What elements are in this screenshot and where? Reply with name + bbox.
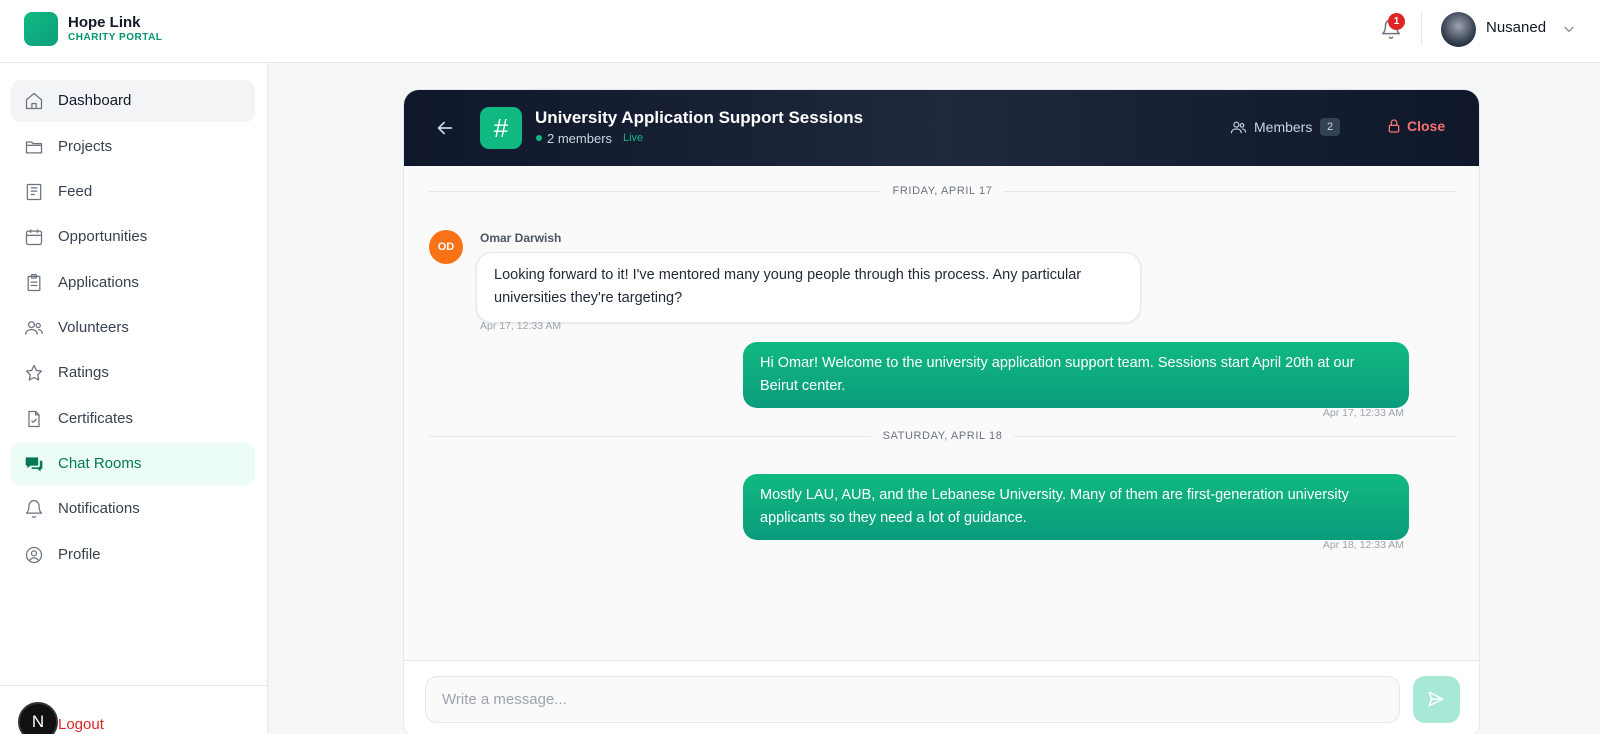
- calendar-icon: [25, 229, 43, 246]
- message-input[interactable]: [425, 676, 1400, 723]
- sidebar-item-notifications[interactable]: Notifications: [11, 488, 255, 530]
- sidebar-item-label: Chat Rooms: [58, 455, 142, 472]
- message-bubble-incoming: Looking forward to it! I've mentored man…: [476, 252, 1141, 323]
- users-icon: [25, 321, 43, 335]
- chevron-down-icon[interactable]: [1562, 22, 1576, 36]
- folder-icon: [25, 141, 43, 154]
- users-icon: [1230, 121, 1247, 134]
- sidebar-item-certificates[interactable]: Certificates: [11, 398, 255, 440]
- sidebar-item-label: Notifications: [58, 500, 140, 517]
- sidebar-item-label: Certificates: [58, 410, 134, 427]
- sidebar-item-opportunities[interactable]: Opportunities: [11, 216, 255, 258]
- home-icon: [25, 92, 43, 110]
- close-label: Close: [1407, 118, 1446, 134]
- sidebar-item-projects[interactable]: Projects: [11, 126, 255, 168]
- date-separator: SATURDAY, APRIL 18: [404, 430, 1479, 442]
- message-sender: Omar Darwish: [480, 231, 562, 245]
- sidebar-item-applications[interactable]: Applications: [11, 262, 255, 304]
- sidebar-item-profile[interactable]: Profile: [11, 534, 255, 576]
- sidebar: Dashboard Projects Feed Opportunities Ap…: [0, 63, 268, 734]
- send-icon: [1428, 691, 1444, 707]
- sidebar-item-label: Opportunities: [58, 228, 148, 245]
- live-badge: Live: [623, 132, 644, 144]
- close-room-button[interactable]: Close: [1386, 117, 1446, 139]
- room-title: University Application Support Sessions: [535, 108, 864, 127]
- avatar[interactable]: [1441, 12, 1476, 47]
- sidebar-item-label: Projects: [58, 138, 113, 155]
- sidebar-divider: [0, 685, 268, 686]
- sidebar-item-label: Feed: [58, 183, 93, 200]
- arrow-left-icon[interactable]: [434, 117, 456, 139]
- chat-icon: [25, 457, 43, 472]
- brand-subtitle: CHARITY PORTAL: [68, 32, 163, 43]
- header-divider: [1421, 12, 1422, 46]
- clipboard-icon: [27, 274, 41, 292]
- file-check-icon: [28, 410, 40, 428]
- logo-icon[interactable]: [24, 12, 58, 46]
- newspaper-icon: [26, 183, 42, 201]
- message-time: Apr 18, 12:33 AM: [1322, 539, 1404, 551]
- lock-icon: [1388, 119, 1400, 133]
- chat-header: # University Application Support Session…: [404, 90, 1479, 166]
- logout-button[interactable]: Logout: [58, 716, 104, 733]
- room-hash-icon: #: [480, 107, 522, 149]
- members-label: Members: [1254, 119, 1313, 135]
- star-icon: [25, 364, 43, 381]
- sidebar-item-label: Profile: [58, 546, 101, 563]
- sidebar-item-label: Dashboard: [58, 92, 132, 109]
- message-composer: [404, 660, 1479, 734]
- sidebar-item-label: Ratings: [58, 364, 109, 381]
- send-button[interactable]: [1413, 676, 1460, 723]
- online-dot: [536, 135, 542, 141]
- bell-icon: [25, 500, 43, 518]
- sidebar-item-volunteers[interactable]: Volunteers: [11, 307, 255, 349]
- user-circle-icon: [25, 546, 43, 564]
- room-members-count: 2 members: [547, 131, 613, 146]
- notification-badge: 1: [1388, 13, 1405, 30]
- brand-name: Hope Link: [68, 14, 141, 31]
- members-button[interactable]: Members 2: [1230, 116, 1343, 140]
- members-count-badge: 2: [1320, 118, 1340, 136]
- top-header: Hope Link CHARITY PORTAL 1 Nusaned: [0, 0, 1600, 63]
- sidebar-item-feed[interactable]: Feed: [11, 171, 255, 213]
- sidebar-item-ratings[interactable]: Ratings: [11, 352, 255, 394]
- message-bubble-outgoing: Hi Omar! Welcome to the university appli…: [743, 342, 1409, 408]
- message-time: Apr 17, 12:33 AM: [480, 320, 562, 332]
- sidebar-item-label: Applications: [58, 274, 139, 291]
- user-name[interactable]: Nusaned: [1486, 19, 1546, 36]
- message-time: Apr 17, 12:33 AM: [1322, 407, 1404, 419]
- sidebar-item-chat-rooms[interactable]: Chat Rooms: [11, 443, 255, 485]
- date-separator: FRIDAY, APRIL 17: [404, 185, 1479, 197]
- message-bubble-outgoing: Mostly LAU, AUB, and the Lebanese Univer…: [743, 474, 1409, 540]
- sidebar-item-dashboard[interactable]: Dashboard: [11, 80, 255, 122]
- logout-avatar: N: [18, 702, 58, 734]
- chat-room-panel: # University Application Support Session…: [403, 89, 1480, 734]
- avatar: OD: [429, 230, 463, 264]
- sidebar-item-label: Volunteers: [58, 319, 129, 336]
